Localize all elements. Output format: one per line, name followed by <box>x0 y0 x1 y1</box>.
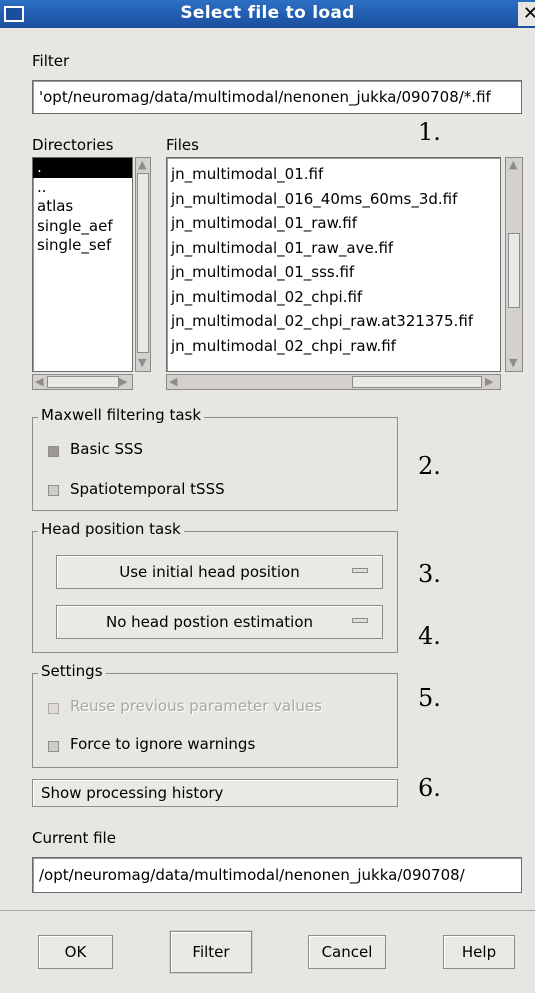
annotation-4: 4. <box>418 622 441 650</box>
window-title: Select file to load <box>180 3 355 23</box>
head-estimation-menu[interactable]: No head postion estimation <box>56 605 383 639</box>
option-menu-indicator-icon <box>352 568 368 573</box>
file-item[interactable]: jn_multimodal_016_40ms_60ms_3d.fif <box>167 187 500 212</box>
down-arrow-icon[interactable]: ▼ <box>509 357 517 369</box>
file-select-dialog: Select file to load ✕ Filter 'opt/neurom… <box>0 0 535 993</box>
down-arrow-icon[interactable]: ▼ <box>138 357 146 369</box>
initial-head-position-menu[interactable]: Use initial head position <box>56 555 383 589</box>
right-arrow-icon[interactable]: ▶ <box>119 376 127 388</box>
left-arrow-icon[interactable]: ◀ <box>169 376 177 388</box>
option-menu-indicator-icon <box>352 618 368 623</box>
file-item[interactable]: jn_multimodal_01_raw.fif <box>167 211 500 236</box>
files-hscroll-thumb[interactable] <box>352 376 482 388</box>
up-arrow-icon[interactable]: ▲ <box>509 159 517 171</box>
head-estimation-value: No head postion estimation <box>105 613 314 631</box>
force-ignore-warnings-checkbox[interactable] <box>48 741 59 752</box>
tsss-label[interactable]: Spatiotemporal tSSS <box>70 480 225 498</box>
force-ignore-warnings-label[interactable]: Force to ignore warnings <box>70 735 255 753</box>
filter-button[interactable]: Filter <box>170 931 252 973</box>
directories-vscroll-thumb[interactable] <box>137 173 149 353</box>
title-bar[interactable]: Select file to load ✕ <box>0 0 535 28</box>
current-file-label: Current file <box>32 829 116 847</box>
directories-list[interactable]: ... atlas single_aef single_sef <box>32 157 133 372</box>
cancel-button[interactable]: Cancel <box>308 935 386 969</box>
files-label: Files <box>166 136 199 154</box>
file-item[interactable]: jn_multimodal_02_chpi.fif <box>167 285 500 310</box>
reuse-parameters-checkbox[interactable] <box>48 703 59 714</box>
directories-vscrollbar[interactable]: ▲ ▼ <box>135 157 151 372</box>
current-file-value: /opt/neuromag/data/multimodal/nenonen_ju… <box>39 866 465 884</box>
ok-button[interactable]: OK <box>38 935 113 969</box>
directory-item[interactable]: single_aef <box>33 217 132 237</box>
annotation-1: 1. <box>418 118 441 146</box>
files-vscroll-thumb[interactable] <box>508 233 520 308</box>
files-list[interactable]: jn_multimodal_01.fif jn_multimodal_016_40… <box>166 157 501 372</box>
settings-group-title: Settings <box>38 662 106 680</box>
annotation-6: 6. <box>418 774 441 802</box>
settings-group <box>32 673 398 768</box>
filter-input[interactable]: 'opt/neuromag/data/multimodal/nenonen_ju… <box>32 80 522 114</box>
directory-item[interactable]: .. <box>33 178 132 198</box>
file-item[interactable]: jn_multimodal_01.fif <box>167 162 500 187</box>
files-vscrollbar[interactable]: ▲ ▼ <box>505 157 523 372</box>
left-arrow-icon[interactable]: ◀ <box>35 376 43 388</box>
help-button[interactable]: Help <box>443 935 515 969</box>
directory-item[interactable]: single_sef <box>33 236 132 256</box>
file-item[interactable]: jn_multimodal_02_chpi_raw.fif <box>167 334 500 359</box>
head-position-group-title: Head position task <box>38 520 184 538</box>
directories-label: Directories <box>32 136 114 154</box>
close-icon[interactable]: ✕ <box>518 2 535 26</box>
file-item[interactable]: jn_multimodal_01_sss.fif <box>167 260 500 285</box>
maxwell-group-title: Maxwell filtering task <box>38 406 205 424</box>
basic-sss-label[interactable]: Basic SSS <box>70 440 143 458</box>
files-hscrollbar[interactable]: ◀ ▶ <box>166 374 501 390</box>
directories-hscroll-thumb[interactable] <box>47 376 119 388</box>
tsss-checkbox[interactable] <box>48 485 59 496</box>
reuse-parameters-label: Reuse previous parameter values <box>70 697 322 715</box>
directory-item[interactable]: . <box>33 158 132 178</box>
right-arrow-icon[interactable]: ▶ <box>485 376 493 388</box>
show-processing-history-button[interactable]: Show processing history <box>32 779 398 807</box>
initial-head-position-value: Use initial head position <box>119 563 300 581</box>
directories-hscrollbar[interactable]: ◀ ▶ <box>32 374 133 390</box>
annotation-2: 2. <box>418 452 441 480</box>
annotation-5: 5. <box>418 684 441 712</box>
filter-label: Filter <box>32 52 70 70</box>
current-file-input[interactable]: /opt/neuromag/data/multimodal/nenonen_ju… <box>32 857 522 893</box>
divider <box>0 910 535 911</box>
file-item[interactable]: jn_multimodal_01_raw_ave.fif <box>167 236 500 261</box>
annotation-3: 3. <box>418 560 441 588</box>
up-arrow-icon[interactable]: ▲ <box>138 159 146 171</box>
basic-sss-checkbox[interactable] <box>48 446 59 457</box>
directory-item[interactable]: atlas <box>33 197 132 217</box>
file-item[interactable]: jn_multimodal_02_chpi_raw.at321375.fif <box>167 309 500 334</box>
